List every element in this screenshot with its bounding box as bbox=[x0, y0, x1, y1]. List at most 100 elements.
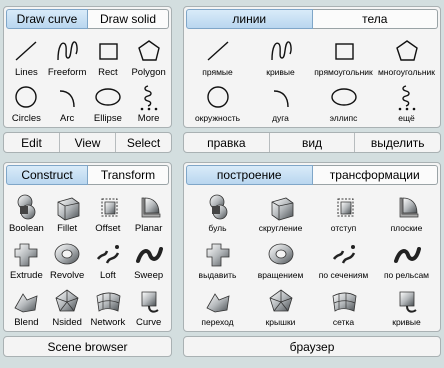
tool-offset[interactable]: Offset bbox=[88, 189, 129, 236]
tool-label: вращением bbox=[257, 270, 304, 280]
boolean-icon bbox=[203, 192, 233, 222]
left-build-tabs: Construct Transform bbox=[6, 165, 169, 185]
edit-button[interactable]: Edit bbox=[4, 133, 59, 152]
ellipse-icon bbox=[93, 82, 123, 112]
tool-polygon[interactable]: Polygon bbox=[128, 33, 169, 79]
scene-browser-button[interactable]: Scene browser bbox=[4, 337, 171, 356]
tool-nsided-ru[interactable]: крышки bbox=[249, 283, 312, 330]
tool-label: Curve bbox=[135, 317, 162, 328]
tool-freeform[interactable]: Freeform bbox=[47, 33, 88, 79]
edit-button-ru[interactable]: правка bbox=[184, 133, 269, 152]
curve-icon bbox=[134, 286, 164, 316]
tab-lines-ru[interactable]: линии bbox=[186, 9, 313, 29]
tool-rect-ru[interactable]: прямоугольник bbox=[312, 33, 375, 79]
select-button[interactable]: Select bbox=[115, 133, 171, 152]
arc-icon bbox=[266, 82, 296, 112]
revolve-icon bbox=[52, 239, 82, 269]
tool-label: Blend bbox=[14, 317, 39, 328]
tool-arc[interactable]: Arc bbox=[47, 79, 88, 125]
tool-line[interactable]: Lines bbox=[6, 33, 47, 79]
tool-loft[interactable]: Loft bbox=[88, 236, 129, 283]
tool-revolve-ru[interactable]: вращением bbox=[249, 236, 312, 283]
tab-construct-ru[interactable]: построение bbox=[186, 165, 313, 185]
tool-arc-ru[interactable]: дуга bbox=[249, 79, 312, 125]
tool-planar[interactable]: Planar bbox=[128, 189, 169, 236]
left-build-grid: Boolean Fillet Offset Planar Extrude Revolve L… bbox=[6, 189, 169, 330]
planar-icon bbox=[392, 192, 422, 222]
tool-blend[interactable]: Blend bbox=[6, 283, 47, 330]
view-button-ru[interactable]: вид bbox=[268, 133, 355, 152]
tool-nsided[interactable]: Nsided bbox=[47, 283, 88, 330]
tool-label: Network bbox=[90, 317, 126, 328]
tool-label: Circles bbox=[11, 113, 41, 124]
blend-icon bbox=[203, 286, 233, 316]
tool-boolean[interactable]: Boolean bbox=[6, 189, 47, 236]
tool-label: по сечениям bbox=[318, 270, 369, 280]
tool-label: Offset bbox=[95, 223, 121, 234]
left-menu-bar: Edit View Select bbox=[3, 132, 172, 153]
right-draw-grid: прямые кривые прямоугольник многоугольник ок… bbox=[186, 33, 438, 125]
tool-line-ru[interactable]: прямые bbox=[186, 33, 249, 79]
left-draw-panel: Draw curve Draw solid Lines Freeform Rect P… bbox=[3, 6, 172, 128]
tool-more-ru[interactable]: ещё bbox=[375, 79, 438, 125]
tool-ellipse[interactable]: Ellipse bbox=[88, 79, 129, 125]
tool-extrude[interactable]: Extrude bbox=[6, 236, 47, 283]
tool-label: Polygon bbox=[131, 67, 166, 78]
tool-circle[interactable]: Circles bbox=[6, 79, 47, 125]
view-button[interactable]: View bbox=[59, 133, 115, 152]
tool-curve-ru[interactable]: кривые bbox=[375, 283, 438, 330]
tool-circle-ru[interactable]: окружность bbox=[186, 79, 249, 125]
tool-label: сетка bbox=[332, 317, 355, 327]
tab-draw-solid[interactable]: Draw solid bbox=[88, 9, 169, 29]
tool-ellipse-ru[interactable]: эллипс bbox=[312, 79, 375, 125]
tool-label: Sweep bbox=[134, 270, 164, 281]
tool-sweep[interactable]: Sweep bbox=[128, 236, 169, 283]
tool-label: буль bbox=[208, 223, 227, 233]
tab-transform[interactable]: Transform bbox=[88, 165, 169, 185]
offset-icon bbox=[329, 192, 359, 222]
tool-label: кривые bbox=[266, 67, 295, 77]
tool-label: Rect bbox=[98, 67, 118, 78]
tab-construct[interactable]: Construct bbox=[6, 165, 88, 185]
circle-icon bbox=[203, 82, 233, 112]
tool-blend-ru[interactable]: переход bbox=[186, 283, 249, 330]
right-build-panel: построение трансформации буль скругление о… bbox=[183, 162, 441, 332]
tool-loft-ru[interactable]: по сечениям bbox=[312, 236, 375, 283]
tool-curve[interactable]: Curve bbox=[128, 283, 169, 330]
tool-more[interactable]: More bbox=[128, 79, 169, 125]
tool-network-ru[interactable]: сетка bbox=[312, 283, 375, 330]
tool-label: выдавить bbox=[198, 270, 237, 280]
freeform-icon bbox=[266, 36, 296, 66]
scene-browser-button-ru[interactable]: браузер bbox=[184, 337, 440, 356]
more-icon bbox=[134, 82, 164, 112]
tool-rect[interactable]: Rect bbox=[88, 33, 129, 79]
tool-network[interactable]: Network bbox=[88, 283, 129, 330]
tool-label: переход bbox=[201, 317, 234, 327]
tool-offset-ru[interactable]: отступ bbox=[312, 189, 375, 236]
tool-fillet-ru[interactable]: скругление bbox=[249, 189, 312, 236]
tool-label: крышки bbox=[265, 317, 296, 327]
tool-fillet[interactable]: Fillet bbox=[47, 189, 88, 236]
tab-transform-ru[interactable]: трансформации bbox=[312, 165, 438, 185]
ellipse-icon bbox=[329, 82, 359, 112]
loft-icon bbox=[93, 239, 123, 269]
tool-label: Freeform bbox=[47, 67, 87, 78]
select-button-ru[interactable]: выделить bbox=[354, 133, 440, 152]
boolean-icon bbox=[11, 192, 41, 222]
tool-revolve[interactable]: Revolve bbox=[47, 236, 88, 283]
tab-draw-curve[interactable]: Draw curve bbox=[6, 9, 88, 29]
tool-sweep-ru[interactable]: по рельсам bbox=[375, 236, 438, 283]
tool-planar-ru[interactable]: плоские bbox=[375, 189, 438, 236]
right-browser-bar: браузер bbox=[183, 336, 441, 357]
sweep-icon bbox=[134, 239, 164, 269]
tool-boolean-ru[interactable]: буль bbox=[186, 189, 249, 236]
tool-label: Extrude bbox=[10, 270, 43, 281]
tool-label: кривые bbox=[392, 317, 421, 327]
tool-freeform-ru[interactable]: кривые bbox=[249, 33, 312, 79]
extrude-icon bbox=[203, 239, 233, 269]
tool-extrude-ru[interactable]: выдавить bbox=[186, 236, 249, 283]
rect-icon bbox=[93, 36, 123, 66]
tool-polygon-ru[interactable]: многоугольник bbox=[375, 33, 438, 79]
line-icon bbox=[203, 36, 233, 66]
tab-solids-ru[interactable]: тела bbox=[312, 9, 438, 29]
